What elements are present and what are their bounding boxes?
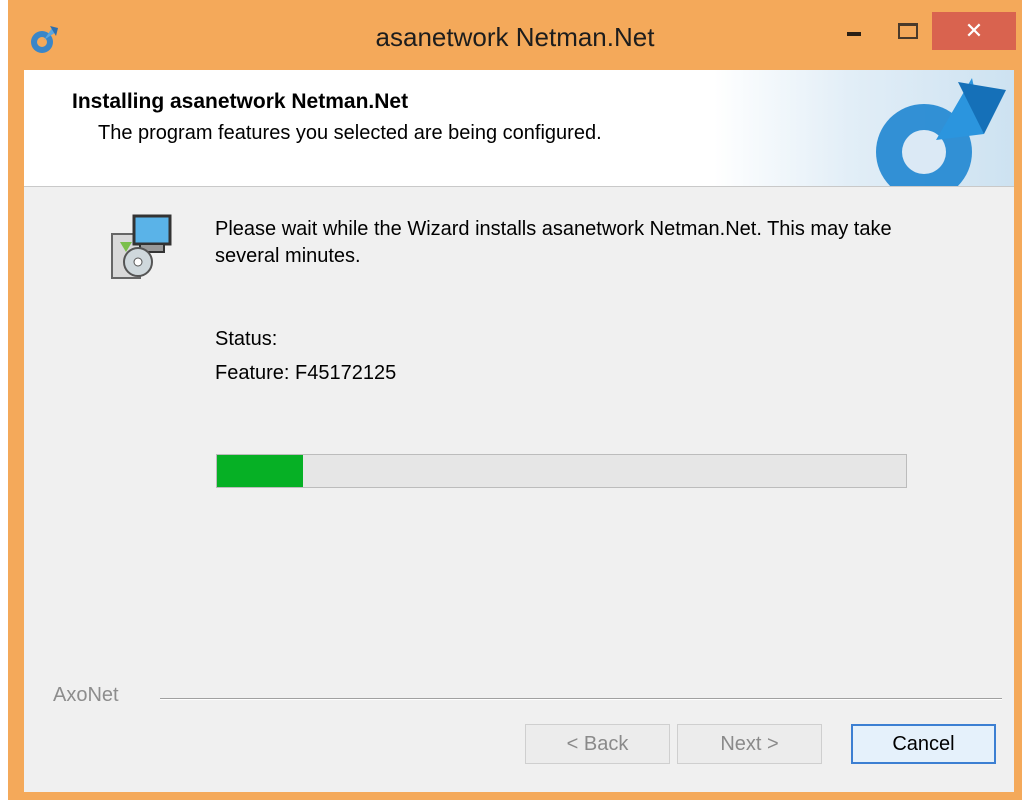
status-value: Feature: F45172125 bbox=[215, 362, 397, 384]
brand-label: AxoNet bbox=[53, 684, 119, 706]
banner-subtitle: The program features you selected are be… bbox=[98, 122, 602, 144]
next-button[interactable]: Next > bbox=[677, 724, 822, 764]
cancel-button[interactable]: Cancel bbox=[851, 724, 996, 764]
banner-graphic bbox=[714, 70, 1014, 186]
close-icon: ✕ bbox=[964, 18, 984, 43]
progress-bar bbox=[216, 454, 907, 488]
minimize-icon bbox=[847, 32, 861, 36]
title-bar[interactable]: asanetwork Netman.Net ✕ bbox=[8, 0, 1022, 70]
maximize-button[interactable] bbox=[884, 12, 932, 50]
minimize-button[interactable] bbox=[830, 12, 878, 50]
progress-fill bbox=[217, 455, 304, 487]
banner-title: Installing asanetwork Netman.Net bbox=[72, 90, 409, 113]
header-banner: Installing asanetwork Netman.Net The pro… bbox=[24, 70, 1014, 187]
close-button[interactable]: ✕ bbox=[932, 12, 1016, 50]
status-label: Status: bbox=[215, 328, 278, 350]
installer-icon bbox=[111, 214, 172, 279]
back-button[interactable]: < Back bbox=[525, 724, 670, 764]
maximize-icon bbox=[898, 23, 918, 39]
footer-separator bbox=[160, 698, 1002, 700]
banner-logo-icon bbox=[876, 78, 1006, 186]
wizard-body: Installing asanetwork Netman.Net The pro… bbox=[24, 70, 1014, 792]
installer-window: asanetwork Netman.Net ✕ Installing asane… bbox=[8, 0, 1022, 800]
wait-message: Please wait while the Wizard installs as… bbox=[215, 218, 892, 267]
